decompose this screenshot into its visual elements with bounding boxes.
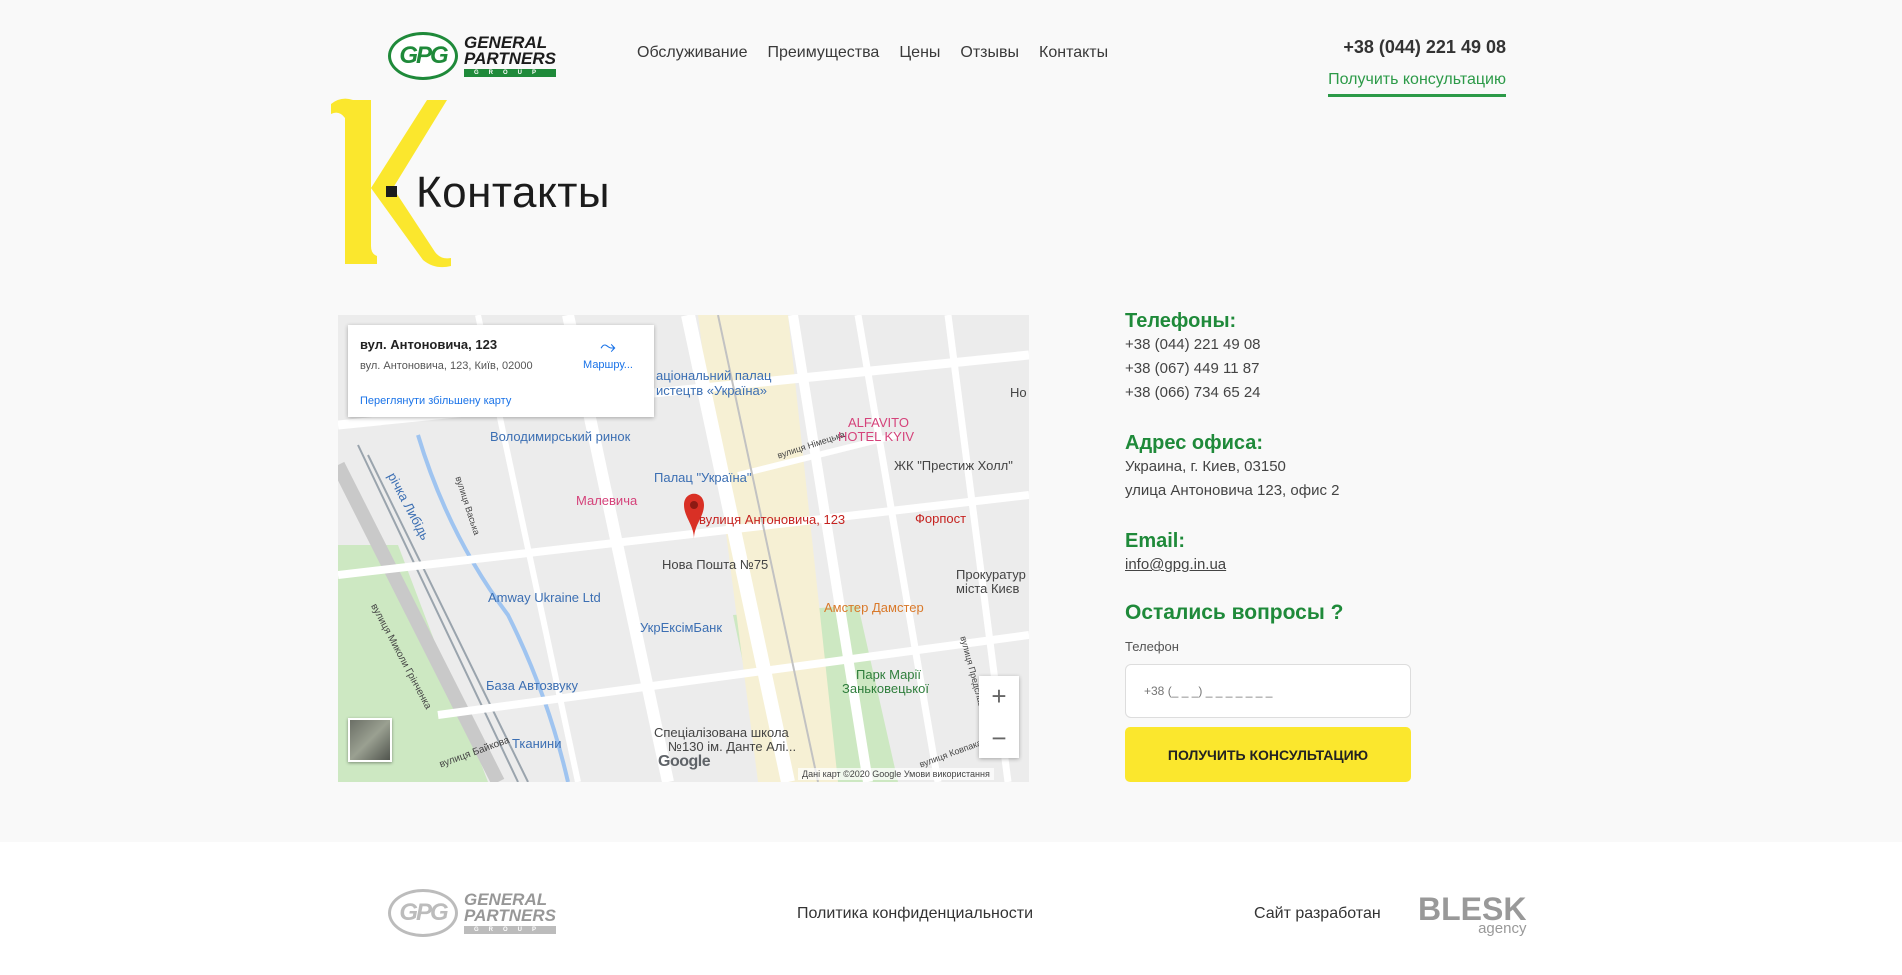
phone-number[interactable]: +38 (044) 221 49 08 [1125,333,1261,357]
footer-logo-mark: GPG [388,889,458,937]
map-poi: Форпост [915,511,967,526]
map-zoom-controls: + − [979,676,1019,758]
map-view-larger-link[interactable]: Переглянути збільшену карту [360,395,511,407]
phone-input[interactable] [1125,664,1411,718]
privacy-policy-link[interactable]: Политика конфиденциальности [797,905,1033,923]
map-poi: Амстер Дамстер [824,600,924,615]
address-line: Украина, г. Киев, 03150 [1125,458,1286,475]
nav-item-service[interactable]: Обслуживание [637,44,747,62]
map-poi: Заньковецької [842,681,929,696]
address-heading: Адрес офиса: [1125,432,1264,454]
map-poi: аціональний палац [656,368,772,383]
nav-item-reviews[interactable]: Отзывы [960,44,1019,62]
map-card-address: вул. Антоновича, 123, Київ, 02000 [360,360,533,372]
questions-heading: Остались вопросы ? [1125,601,1344,624]
map-zoom-in-button[interactable]: + [979,676,1019,716]
nav-item-contacts[interactable]: Контакты [1039,44,1108,62]
site-logo[interactable]: GPG GENERAL PARTNERS GROUP [388,30,580,82]
map-poi: Палац "Україна" [654,470,752,485]
phones-heading: Телефоны: [1125,310,1237,332]
map-marker-label: вулиця Антоновича, 123 [699,512,846,527]
google-logo: Google [658,753,711,770]
map-poi: Володимирський ринок [490,429,631,444]
map-place-card: вул. Антоновича, 123 вул. Антоновича, 12… [348,325,654,417]
map-poi: ALFAVITO [848,415,909,430]
phones-list: +38 (044) 221 49 08 +38 (067) 449 11 87 … [1125,333,1261,405]
map-poi: HOTEL KYIV [838,429,915,444]
email-heading: Email: [1125,530,1186,552]
map-satellite-toggle[interactable] [348,718,392,762]
phone-field-label: Телефон [1125,639,1179,654]
phone-number[interactable]: +38 (067) 449 11 87 [1125,357,1261,381]
footer-logo[interactable]: GPG GENERAL PARTNERS GROUP [388,887,580,939]
page-title: Контакты [416,168,611,217]
map-poi: Amway Ukraine Ltd [488,590,601,605]
map-poi: Малевича [576,493,638,508]
map-poi: Но [1010,385,1027,400]
developer-logo[interactable]: BLESK agency [1418,893,1526,936]
address-line: улица Антоновича 123, офис 2 [1125,482,1340,499]
map-attribution[interactable]: Дані карт ©2020 Google Умови використанн… [798,768,994,780]
office-address: Украина, г. Киев, 03150 улица Антоновича… [1125,455,1339,503]
header-phone[interactable]: +38 (044) 221 49 08 [1343,37,1506,58]
email-link[interactable]: info@gpg.in.ua [1125,556,1226,573]
email-container: info@gpg.in.ua [1125,553,1226,577]
nav-item-prices[interactable]: Цены [899,44,940,62]
logo-wordmark: GENERAL PARTNERS GROUP [464,33,556,77]
google-map[interactable]: вул. Антоновича, 123 вул. Антоновича, 12… [338,315,1029,782]
map-poi: Парк Марії [856,667,922,682]
phone-number[interactable]: +38 (066) 734 65 24 [1125,381,1261,405]
map-directions-button[interactable]: ⤳ Маршру... [578,335,638,371]
map-poi: ЖК "Престиж Холл" [894,458,1013,473]
map-card-title: вул. Антоновича, 123 [360,337,498,352]
directions-icon: ⤳ [600,336,616,358]
map-poi: истецтв «Україна» [656,383,768,398]
map-zoom-out-button[interactable]: − [979,718,1019,758]
nav-item-advantages[interactable]: Преимущества [767,44,879,62]
site-footer: GPG GENERAL PARTNERS GROUP Политика конф… [0,842,1902,975]
map-poi: База Автозвуку [486,678,579,693]
footer-logo-wordmark: GENERAL PARTNERS GROUP [464,890,556,934]
map-poi: №130 ім. Данте Алі... [668,739,797,754]
map-poi: УкрЕксімБанк [640,620,723,635]
developer-credit: Сайт разработан [1254,905,1381,922]
map-poi: Спеціалізована школа [654,725,789,740]
map-poi: Тканини [512,736,562,751]
map-poi: Прокуратур [956,567,1026,582]
main-nav: Обслуживание Преимущества Цены Отзывы Ко… [637,44,1108,62]
logo-mark: GPG [388,32,458,80]
map-poi: Нова Пошта №75 [662,557,769,572]
header-consultation-link[interactable]: Получить консультацию [1328,71,1506,97]
map-poi: міста Києв [956,581,1020,596]
get-consultation-button[interactable]: ПОЛУЧИТЬ КОНСУЛЬТАЦИЮ [1125,727,1411,782]
